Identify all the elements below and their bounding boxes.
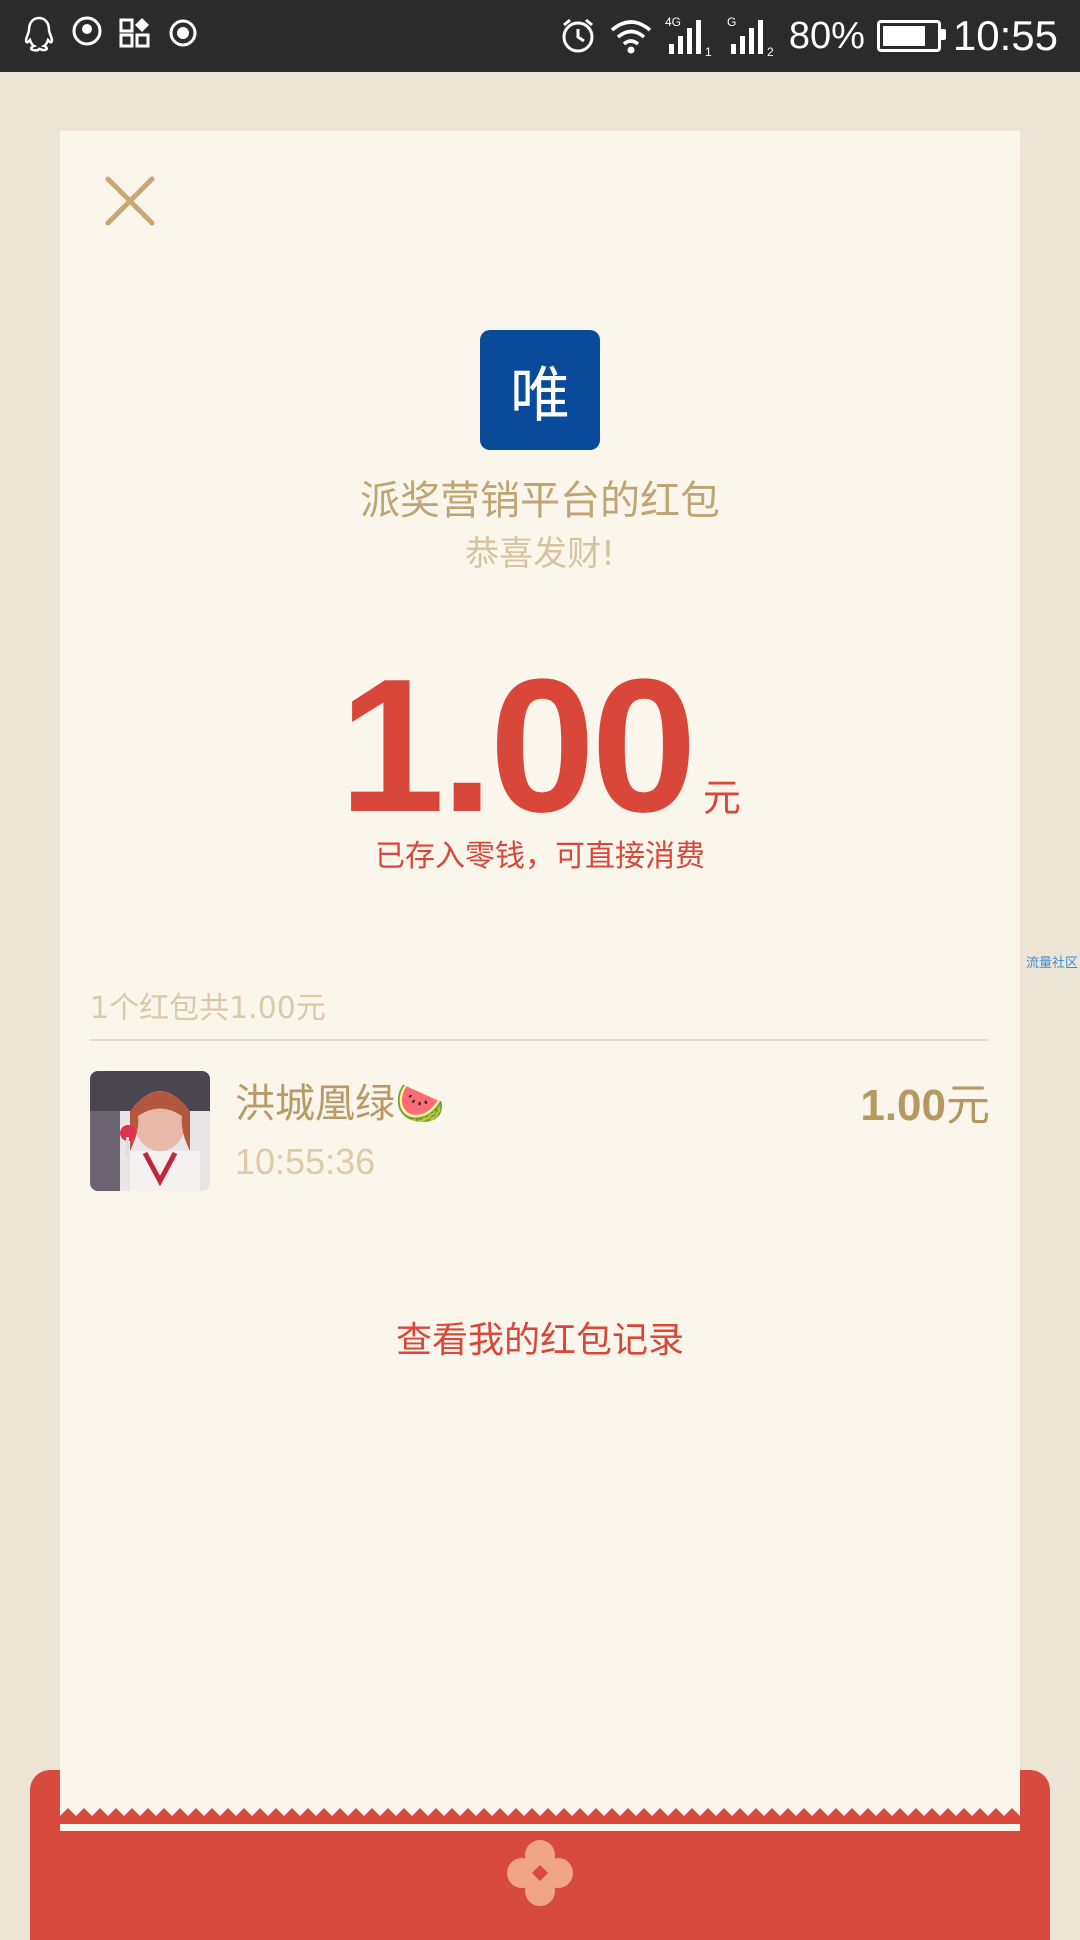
wifi-icon <box>610 20 651 54</box>
apps-icon <box>119 18 150 48</box>
amount-note[interactable]: 已存入零钱，可直接消费 <box>60 831 1020 875</box>
signal-4g-icon: 4G 1 <box>665 15 712 58</box>
close-icon[interactable] <box>100 171 160 231</box>
signal-g-icon: G 2 <box>727 15 774 58</box>
blessing-text: 恭喜发财! <box>465 534 615 574</box>
qq-icon <box>24 16 54 52</box>
amount-display: 1.00 元 <box>60 651 1020 841</box>
recipient-amount-unit: 元 <box>946 1080 990 1131</box>
status-bar: 4G 1 G 2 80% 10:55 <box>0 0 1080 72</box>
svg-text:1: 1 <box>705 45 712 58</box>
svg-text:4G: 4G <box>665 15 681 29</box>
avatar-image <box>90 1071 210 1191</box>
packet-summary: 1个红包共1.00元 <box>90 991 326 1026</box>
location-icon <box>72 16 102 46</box>
record-icon <box>169 19 197 47</box>
view-history-link[interactable]: 查看我的红包记录 <box>60 1311 1020 1363</box>
red-packet-detail-card: 唯 派奖营销平台的红包 恭喜发财! 1.00 元 已存入零钱，可直接消费 1个红包… <box>60 131 1020 1831</box>
alarm-icon <box>562 18 594 53</box>
battery-icon <box>876 20 946 52</box>
recipient-time: 10:55:36 <box>235 1141 376 1182</box>
sender-logo: 唯 <box>480 330 600 450</box>
divider <box>90 1039 988 1041</box>
sender-title: 派奖营销平台的红包 <box>360 478 720 524</box>
recipient-amount-value: 1.00 <box>860 1081 946 1130</box>
zigzag-edge <box>60 1808 1020 1824</box>
recipient-amount: 1.00元 <box>860 1069 990 1133</box>
envelope-emblem-icon <box>507 1840 573 1906</box>
sender-logo-char: 唯 <box>510 360 570 431</box>
amount-value: 1.00 <box>339 640 697 852</box>
battery-percent: 80% <box>788 14 865 57</box>
svg-text:G: G <box>727 15 736 29</box>
recipient-name: 洪城凰绿🍉 <box>235 1071 445 1129</box>
status-left-icons <box>22 14 200 54</box>
clock: 10:55 <box>952 12 1058 59</box>
avatar[interactable] <box>90 1071 210 1191</box>
recipient-name-text: 洪城凰绿 <box>235 1081 395 1127</box>
watermark: 流量社区 <box>1025 956 1078 971</box>
status-right-icons: 4G 1 G 2 80% 10:55 <box>559 8 1058 64</box>
amount-unit: 元 <box>702 776 741 820</box>
watermelon-emoji: 🍉 <box>395 1081 445 1127</box>
svg-text:2: 2 <box>767 45 774 58</box>
